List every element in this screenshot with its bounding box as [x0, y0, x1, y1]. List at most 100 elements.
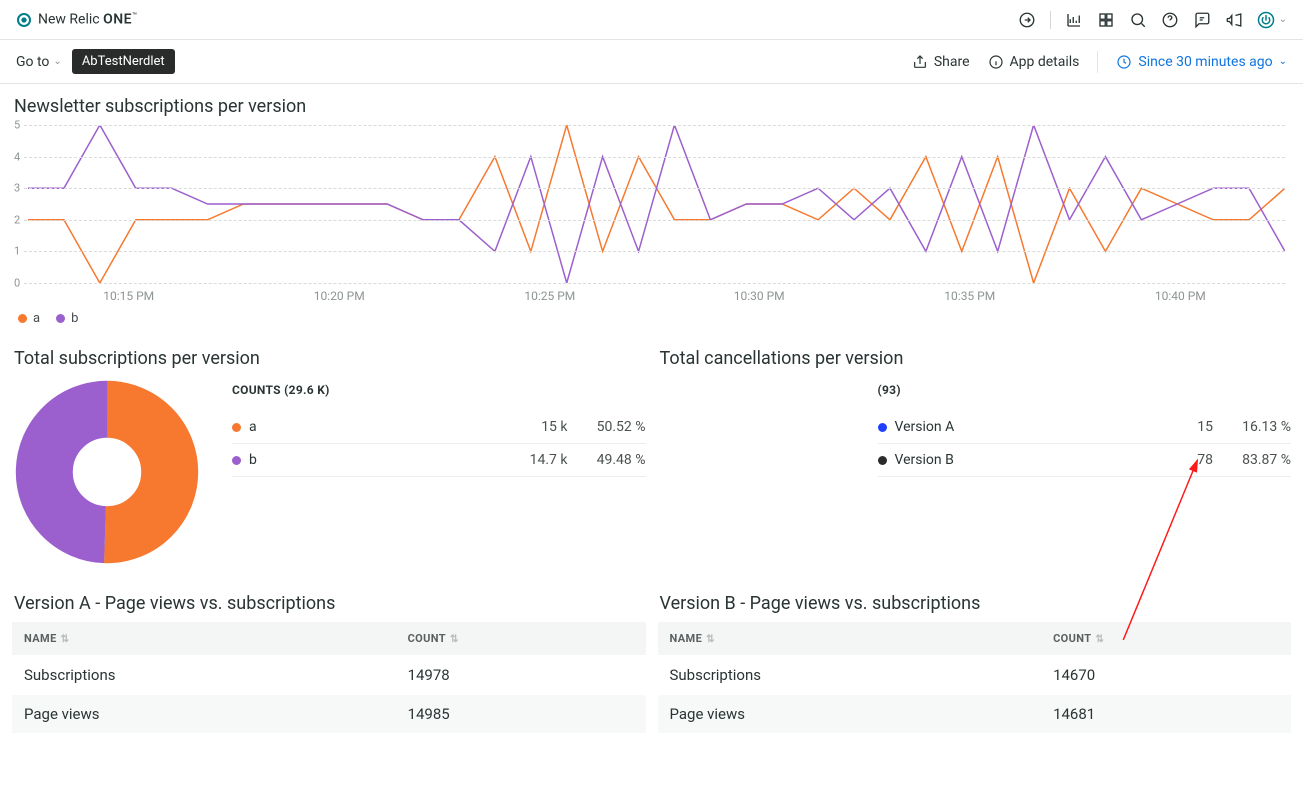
count-row[interactable]: Version B 78 83.87 %: [878, 444, 1292, 477]
clock-icon: [1116, 54, 1132, 70]
cell-count: 14985: [396, 695, 646, 734]
series-pct: 50.52 %: [576, 419, 646, 435]
separator: [1097, 51, 1098, 73]
table-row[interactable]: Page views14985: [12, 695, 646, 734]
top-bar: New Relic ONE™ ⌄: [0, 0, 1303, 40]
account-menu[interactable]: ⌄: [1257, 11, 1287, 29]
y-tick-label: 1: [14, 245, 20, 258]
col-name[interactable]: NAME⇅: [12, 622, 396, 656]
content: Newsletter subscriptions per version 10:…: [0, 84, 1303, 745]
line-chart-legend: ab: [12, 305, 1291, 330]
series-pct: 16.13 %: [1221, 419, 1291, 435]
series-b: [28, 125, 1285, 283]
divider: [1050, 11, 1051, 29]
x-tick-label: 10:30 PM: [734, 289, 785, 303]
series-pct: 49.48 %: [576, 452, 646, 468]
y-tick-label: 5: [14, 119, 20, 132]
chart-title-subscriptions: Newsletter subscriptions per version: [14, 96, 1289, 117]
series-dot: [878, 423, 887, 432]
series-name: Version A: [895, 419, 1146, 435]
share-button[interactable]: Share: [912, 54, 970, 70]
col-count[interactable]: COUNT⇅: [396, 622, 646, 656]
line-chart[interactable]: 10:15 PM 10:20 PM 10:25 PM 10:30 PM 10:35 PM…: [24, 125, 1285, 305]
legend-item[interactable]: b: [56, 311, 78, 326]
counts-header-subs: COUNTS (29.6 K): [232, 383, 646, 397]
chart-title-total-subs: Total subscriptions per version: [14, 348, 644, 369]
y-tick-label: 3: [14, 182, 20, 195]
goto-icon[interactable]: [1018, 11, 1036, 29]
sort-icon: ⇅: [61, 634, 70, 645]
y-tick-label: 2: [14, 213, 20, 226]
brand-name: New Relic ONE™: [38, 11, 137, 28]
cell-name: Page views: [12, 695, 396, 734]
legend-dot: [18, 314, 27, 323]
search-icon[interactable]: [1129, 11, 1147, 29]
topbar-actions: ⌄: [1018, 11, 1287, 29]
chart-title-version-a-table: Version A - Page views vs. subscriptions: [14, 593, 644, 614]
app-details-label: App details: [1010, 54, 1080, 70]
announce-icon[interactable]: [1225, 11, 1243, 29]
apps-icon[interactable]: [1097, 11, 1115, 29]
legend-dot: [56, 314, 65, 323]
chart-title-cancellations: Total cancellations per version: [660, 348, 1290, 369]
series-value: 15: [1153, 419, 1213, 435]
legend-label: b: [71, 311, 78, 326]
col-count[interactable]: COUNT⇅: [1041, 622, 1291, 656]
table-row[interactable]: Subscriptions14978: [12, 656, 646, 695]
help-icon[interactable]: [1161, 11, 1179, 29]
gridline: [24, 188, 1285, 189]
sub-bar: Go to ⌄ AbTestNerdlet Share App details …: [0, 40, 1303, 84]
app-details-button[interactable]: App details: [988, 54, 1080, 70]
gridline: [24, 220, 1285, 221]
series-name: b: [249, 452, 500, 468]
brand[interactable]: New Relic ONE™: [16, 11, 137, 28]
series-dot: [232, 423, 241, 432]
series-value: 14.7 k: [508, 452, 568, 468]
cell-count: 14670: [1041, 656, 1291, 695]
series-name: Version B: [895, 452, 1146, 468]
legend-item[interactable]: a: [18, 311, 40, 326]
count-row[interactable]: b 14.7 k 49.48 %: [232, 444, 646, 477]
table-version-b: NAME⇅ COUNT⇅ Subscriptions14670Page view…: [658, 622, 1292, 733]
feedback-icon[interactable]: [1193, 11, 1211, 29]
goto-label: Go to: [16, 54, 49, 70]
time-picker[interactable]: Since 30 minutes ago ⌄: [1116, 54, 1287, 70]
chevron-down-icon: ⌄: [1279, 14, 1287, 25]
series-dot: [232, 456, 241, 465]
cell-count: 14681: [1041, 695, 1291, 734]
x-tick-label: 10:20 PM: [314, 289, 365, 303]
cell-count: 14978: [396, 656, 646, 695]
series-name: a: [249, 419, 500, 435]
y-tick-label: 4: [14, 150, 20, 163]
cell-name: Page views: [658, 695, 1042, 734]
table-row[interactable]: Page views14681: [658, 695, 1292, 734]
donut-chart[interactable]: [12, 377, 202, 567]
x-tick-label: 10:35 PM: [944, 289, 995, 303]
cell-name: Subscriptions: [658, 656, 1042, 695]
col-name[interactable]: NAME⇅: [658, 622, 1042, 656]
count-row[interactable]: Version A 15 16.13 %: [878, 411, 1292, 444]
share-label: Share: [934, 54, 970, 70]
series-value: 15 k: [508, 419, 568, 435]
series-pct: 83.87 %: [1221, 452, 1291, 468]
chart-icon[interactable]: [1065, 11, 1083, 29]
goto-dropdown[interactable]: Go to ⌄: [16, 54, 62, 70]
table-row[interactable]: Subscriptions14670: [658, 656, 1292, 695]
x-tick-label: 10:40 PM: [1155, 289, 1206, 303]
gridline: [24, 283, 1285, 284]
info-icon: [988, 54, 1004, 70]
legend-label: a: [33, 311, 40, 326]
sort-icon: ⇅: [706, 634, 715, 645]
gridline: [24, 157, 1285, 158]
cell-name: Subscriptions: [12, 656, 396, 695]
x-tick-label: 10:15 PM: [103, 289, 154, 303]
count-row[interactable]: a 15 k 50.52 %: [232, 411, 646, 444]
counts-header-cancel: (93): [878, 383, 1292, 397]
share-icon: [912, 54, 928, 70]
gridline: [24, 125, 1285, 126]
series-value: 78: [1153, 452, 1213, 468]
gridline: [24, 251, 1285, 252]
nerdlet-badge: AbTestNerdlet: [72, 49, 175, 74]
x-tick-label: 10:25 PM: [524, 289, 575, 303]
brand-logo-icon: [16, 12, 32, 28]
